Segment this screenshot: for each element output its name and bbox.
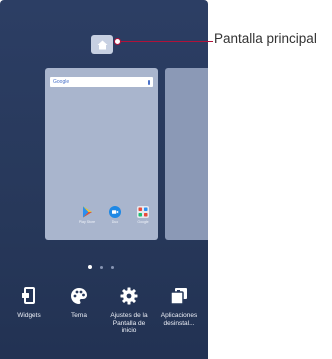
callout-label: Pantalla principal (214, 31, 317, 46)
callout-dot (114, 38, 121, 45)
theme-button[interactable]: Tema (54, 286, 104, 346)
app-label: Play Store (78, 220, 96, 224)
callout-line (117, 41, 213, 42)
uninstalled-apps-label: Aplicaciones desinstal... (160, 312, 198, 327)
google-logo: Google (53, 79, 70, 85)
google-folder-icon (137, 206, 149, 218)
widgets-button[interactable]: Widgets (4, 286, 54, 346)
app-label: Google (137, 220, 149, 224)
edit-options-tray: Widgets Tema Ajustes de la Pantalla de i… (0, 286, 208, 346)
app-duo[interactable]: Duo (103, 206, 127, 236)
page-dot[interactable] (111, 265, 114, 269)
app-label: Duo (111, 220, 119, 224)
theme-label: Tema (71, 312, 87, 319)
palette-icon (69, 286, 89, 306)
phone-screen: Google Play Store Duo Google Widgets Tem… (0, 0, 208, 359)
gear-icon (119, 286, 139, 306)
widgets-label: Widgets (17, 312, 41, 319)
page-dot[interactable] (100, 265, 103, 269)
set-home-page-button[interactable] (91, 35, 113, 54)
duo-icon (109, 206, 121, 218)
home-screen-settings-label: Ajustes de la Pantalla de inicio (110, 312, 148, 334)
uninstalled-apps-button[interactable]: Aplicaciones desinstal... (154, 286, 204, 346)
app-play-store[interactable]: Play Store (75, 206, 99, 236)
home-page-preview[interactable]: Google Play Store Duo Google (45, 68, 158, 240)
widgets-icon (19, 286, 39, 306)
mic-icon (148, 79, 150, 85)
uninstalled-apps-icon (169, 286, 189, 306)
app-google-folder[interactable]: Google (131, 206, 155, 236)
play-store-icon (81, 206, 93, 218)
page-dot-active[interactable] (88, 265, 92, 269)
app-row: Play Store Duo Google (75, 206, 155, 236)
home-screen-settings-button[interactable]: Ajustes de la Pantalla de inicio (104, 286, 154, 346)
home-icon (97, 40, 107, 49)
next-home-page-preview[interactable] (165, 68, 208, 240)
search-widget[interactable]: Google (50, 77, 153, 87)
page-indicator (88, 264, 118, 270)
